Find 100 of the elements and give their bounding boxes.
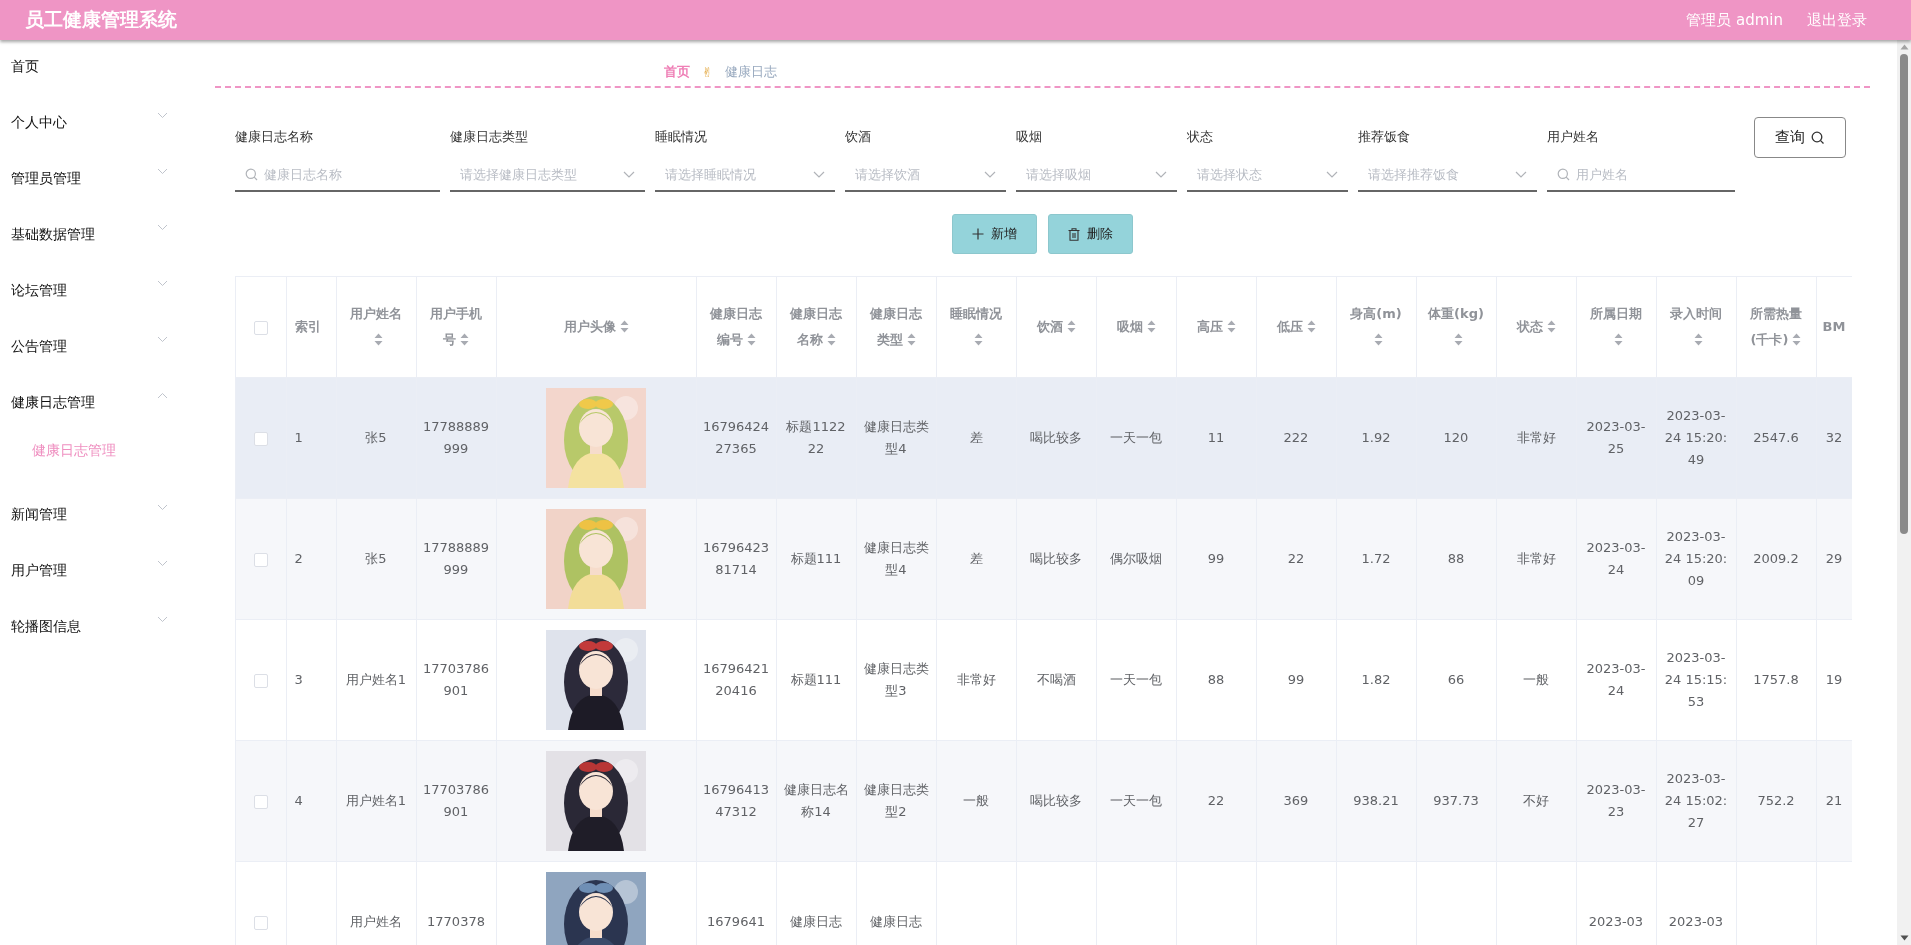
sidebar-item[interactable]: 健康日志管理: [0, 384, 190, 440]
table-cell: 喝比较多: [1016, 377, 1096, 499]
sort-icon[interactable]: [1546, 320, 1556, 333]
table-cell: 88: [1416, 498, 1496, 620]
table-cell: 22: [1176, 740, 1256, 862]
table-cell: 1679641347312: [696, 740, 776, 862]
header-cell[interactable]: 所属日期: [1576, 277, 1656, 378]
select-field[interactable]: 请选择推荐饭食: [1368, 166, 1509, 182]
table-cell: 用户姓名1: [336, 619, 416, 741]
checkbox[interactable]: [253, 320, 268, 335]
select-field[interactable]: 请选择健康日志类型: [460, 166, 617, 182]
logout-link[interactable]: 退出登录: [1807, 10, 1867, 30]
scroll-down-icon[interactable]: [1899, 935, 1909, 941]
sidebar-item[interactable]: 用户管理: [0, 552, 190, 608]
sort-icon[interactable]: [906, 333, 916, 346]
delete-button[interactable]: 删除: [1048, 214, 1133, 254]
sort-icon[interactable]: [1306, 320, 1316, 333]
plus-icon: [972, 228, 984, 240]
breadcrumb-item[interactable]: 首页: [664, 63, 690, 81]
checkbox[interactable]: [253, 673, 268, 688]
sort-icon[interactable]: [1613, 333, 1623, 346]
select-field[interactable]: 请选择睡眠情况: [665, 166, 807, 182]
table-row[interactable]: 4 用户姓名1 17703786901 1679641347312 健康日志名称14 健康日志类型2 一般 喝比较多 一天一包 22 369 938.21 937.73 不好 2023-03-23 2023-03-24 15:02:27 752.2 21: [236, 740, 1852, 862]
header-cell[interactable]: 高压: [1176, 277, 1256, 378]
header-cell[interactable]: 用户头像: [496, 277, 696, 378]
sidebar-item[interactable]: 基础数据管理: [0, 216, 190, 272]
header-cell[interactable]: 健康日志类型: [856, 277, 936, 378]
table-cell: 222: [1256, 377, 1336, 499]
header-cell: BM: [1816, 277, 1852, 378]
table-cell: 标题111: [776, 619, 856, 741]
header-cell[interactable]: 身高(m): [1336, 277, 1416, 378]
table-cell: 1.82: [1336, 619, 1416, 741]
table-row[interactable]: 1 张5 17788889999 1679642427365 标题112222 健康日志类型4 差 喝比较多 一天一包 11 222 1.92 120 非常好 2023-03-25 2023-03-24 15:20:49 2547.6 32: [236, 377, 1852, 499]
sidebar-item[interactable]: 公告管理: [0, 328, 190, 384]
table-row[interactable]: 用户姓名 1770378 1679641 健康日志 健康日志 2023-03 2023-03: [236, 861, 1852, 945]
checkbox[interactable]: [253, 794, 268, 809]
checkbox[interactable]: [253, 915, 268, 930]
table-cell: 369: [1256, 740, 1336, 862]
sort-icon[interactable]: [1373, 333, 1383, 346]
select-field[interactable]: 请选择状态: [1197, 166, 1320, 182]
sort-icon[interactable]: [619, 320, 629, 333]
table-row[interactable]: 3 用户姓名1 17703786901 1679642120416 标题111 健康日志类型3 非常好 不喝酒 一天一包 88 99 1.82 66 一般 2023-03-24 2023-03-24 15:15:53 1757.8 19: [236, 619, 1852, 741]
table-cell: 120: [1416, 377, 1496, 499]
table-cell: 937.73: [1416, 740, 1496, 862]
header-cell[interactable]: 睡眠情况: [936, 277, 1016, 378]
sort-icon[interactable]: [973, 333, 983, 346]
sidebar-item[interactable]: 论坛管理: [0, 272, 190, 328]
table-cell: 差: [936, 498, 1016, 620]
header-cell[interactable]: 健康日志名称: [776, 277, 856, 378]
header-cell[interactable]: 体重(kg): [1416, 277, 1496, 378]
chevron-down-icon: [984, 170, 996, 178]
sort-icon[interactable]: [373, 333, 383, 346]
header-cell[interactable]: 状态: [1496, 277, 1576, 378]
table-cell: 非常好: [936, 619, 1016, 741]
sort-icon[interactable]: [1693, 333, 1703, 346]
table-cell: 非常好: [1496, 498, 1576, 620]
header-cell[interactable]: 健康日志编号: [696, 277, 776, 378]
header-cell[interactable]: 用户姓名: [336, 277, 416, 378]
sort-icon[interactable]: [1226, 320, 1236, 333]
header-cell[interactable]: 所需热量(千卡): [1736, 277, 1816, 378]
sidebar-item[interactable]: 个人中心: [0, 104, 190, 160]
sidebar-subitem[interactable]: 健康日志管理: [0, 440, 190, 496]
table-cell: 健康日志类型3: [856, 619, 936, 741]
table-cell: 非常好: [1496, 377, 1576, 499]
sort-icon[interactable]: [826, 333, 836, 346]
header-cell[interactable]: 用户手机号: [416, 277, 496, 378]
header-cell[interactable]: 饮酒: [1016, 277, 1096, 378]
sort-icon[interactable]: [460, 333, 469, 346]
sort-icon[interactable]: [1453, 333, 1463, 346]
sort-icon[interactable]: [1066, 320, 1076, 333]
sort-icon[interactable]: [746, 333, 756, 346]
header-cell[interactable]: 吸烟: [1096, 277, 1176, 378]
query-button[interactable]: 查询: [1754, 117, 1846, 158]
chevron-down-icon: [813, 170, 825, 178]
select-field[interactable]: 请选择饮酒: [855, 166, 978, 182]
sidebar-item[interactable]: 新闻管理: [0, 496, 190, 552]
table-cell: 32: [1816, 377, 1852, 499]
search-icon: [1811, 130, 1825, 145]
sort-icon[interactable]: [1146, 320, 1156, 333]
sort-icon[interactable]: [1792, 333, 1802, 346]
add-button[interactable]: 新增: [952, 214, 1037, 254]
table-cell: 2023-03-25: [1576, 377, 1656, 499]
sidebar-item[interactable]: 管理员管理: [0, 160, 190, 216]
table-row[interactable]: 2 张5 17788889999 1679642381714 标题111 健康日志类型4 差 喝比较多 偶尔吸烟 99 22 1.72 88 非常好 2023-03-24 2023-03-24 15:20:09 2009.2 29: [236, 498, 1852, 620]
sidebar-item[interactable]: 首页: [0, 48, 190, 104]
checkbox[interactable]: [253, 431, 268, 446]
table-cell: 2023-03: [1656, 861, 1736, 945]
table-cell: 2023-03-23: [1576, 740, 1656, 862]
header-cell[interactable]: 低压: [1256, 277, 1336, 378]
scroll-up-icon[interactable]: [1899, 44, 1909, 50]
search-field[interactable]: 用户姓名: [1576, 166, 1725, 182]
header-cell[interactable]: 录入时间: [1656, 277, 1736, 378]
table-cell: 17703786901: [416, 740, 496, 862]
select-field[interactable]: 请选择吸烟: [1026, 166, 1149, 182]
table-cell: 喝比较多: [1016, 498, 1096, 620]
scrollbar[interactable]: [1897, 40, 1911, 945]
search-field[interactable]: 健康日志名称: [264, 166, 430, 182]
sidebar-item[interactable]: 轮播图信息: [0, 608, 190, 664]
checkbox[interactable]: [253, 552, 268, 567]
table-cell: 2547.6: [1736, 377, 1816, 499]
